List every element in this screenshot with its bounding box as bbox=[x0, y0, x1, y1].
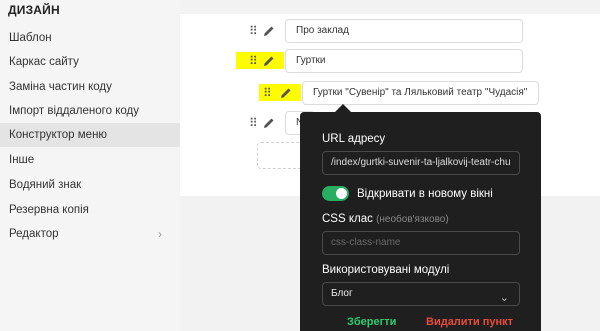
css-class-label: CSS клас (необов'язково) bbox=[322, 213, 449, 225]
highlight bbox=[236, 52, 284, 69]
pencil-icon[interactable] bbox=[263, 117, 275, 129]
sidebar: ДИЗАЙН Шаблон Каркас сайту Заміна частин… bbox=[0, 0, 180, 331]
menu-item-clubs-souvenir[interactable]: Гуртки "Сувенір" та Ляльковий театр "Чуд… bbox=[302, 81, 539, 105]
modules-select-value: Блог bbox=[331, 288, 353, 299]
url-input[interactable]: /index/gurtki-suvenir-ta-ljalkovij-teatr… bbox=[322, 151, 520, 175]
drag-handle-icon[interactable]: ⠿ bbox=[249, 117, 258, 129]
menu-item-about[interactable]: Про заклад bbox=[285, 19, 523, 43]
modules-label: Використовувані модулі bbox=[322, 264, 450, 276]
new-window-label: Відкривати в новому вікні bbox=[357, 188, 493, 200]
sidebar-item-template[interactable]: Шаблон bbox=[0, 26, 180, 50]
chevron-right-icon: › bbox=[158, 227, 162, 241]
drag-handle-icon[interactable]: ⠿ bbox=[249, 55, 258, 67]
sidebar-item-menu-builder[interactable]: Конструктор меню bbox=[0, 123, 180, 147]
css-class-input[interactable]: css-class-name bbox=[322, 231, 520, 255]
url-label: URL адресу bbox=[322, 133, 386, 145]
sidebar-item-watermark[interactable]: Водяний знак bbox=[0, 173, 180, 197]
sidebar-item-label: Редактор bbox=[9, 228, 59, 240]
pencil-icon[interactable] bbox=[263, 25, 275, 37]
sidebar-item-code-replace[interactable]: Заміна частин коду bbox=[0, 75, 180, 99]
pencil-icon[interactable] bbox=[280, 87, 292, 99]
drag-handle-icon[interactable]: ⠿ bbox=[249, 25, 258, 37]
sidebar-item-remote-import[interactable]: Імпорт віддаленого коду bbox=[0, 99, 180, 123]
new-window-toggle[interactable] bbox=[322, 186, 349, 201]
sidebar-item-editor[interactable]: Редактор › bbox=[0, 222, 180, 246]
delete-item-button[interactable]: Видалити пункт bbox=[426, 316, 513, 328]
css-class-hint: (необов'язково) bbox=[376, 214, 449, 225]
sidebar-item-other[interactable]: Інше bbox=[0, 148, 180, 172]
toggle-knob bbox=[336, 188, 347, 199]
css-class-label-text: CSS клас bbox=[322, 213, 373, 225]
sidebar-item-site-frame[interactable]: Каркас сайту bbox=[0, 50, 180, 74]
menu-item-clubs[interactable]: Гуртки bbox=[285, 49, 523, 73]
sidebar-header: ДИЗАЙН bbox=[8, 3, 60, 17]
chevron-down-icon: ⌄ bbox=[499, 292, 509, 304]
sidebar-item-backup[interactable]: Резервна копія bbox=[0, 198, 180, 222]
drag-handle-icon[interactable]: ⠿ bbox=[263, 87, 272, 99]
modules-select[interactable]: Блог ⌄ bbox=[322, 282, 520, 306]
top-bar bbox=[180, 0, 600, 14]
pencil-icon[interactable] bbox=[263, 55, 275, 67]
popover-arrow bbox=[335, 104, 351, 112]
save-button[interactable]: Зберегти bbox=[347, 316, 396, 328]
